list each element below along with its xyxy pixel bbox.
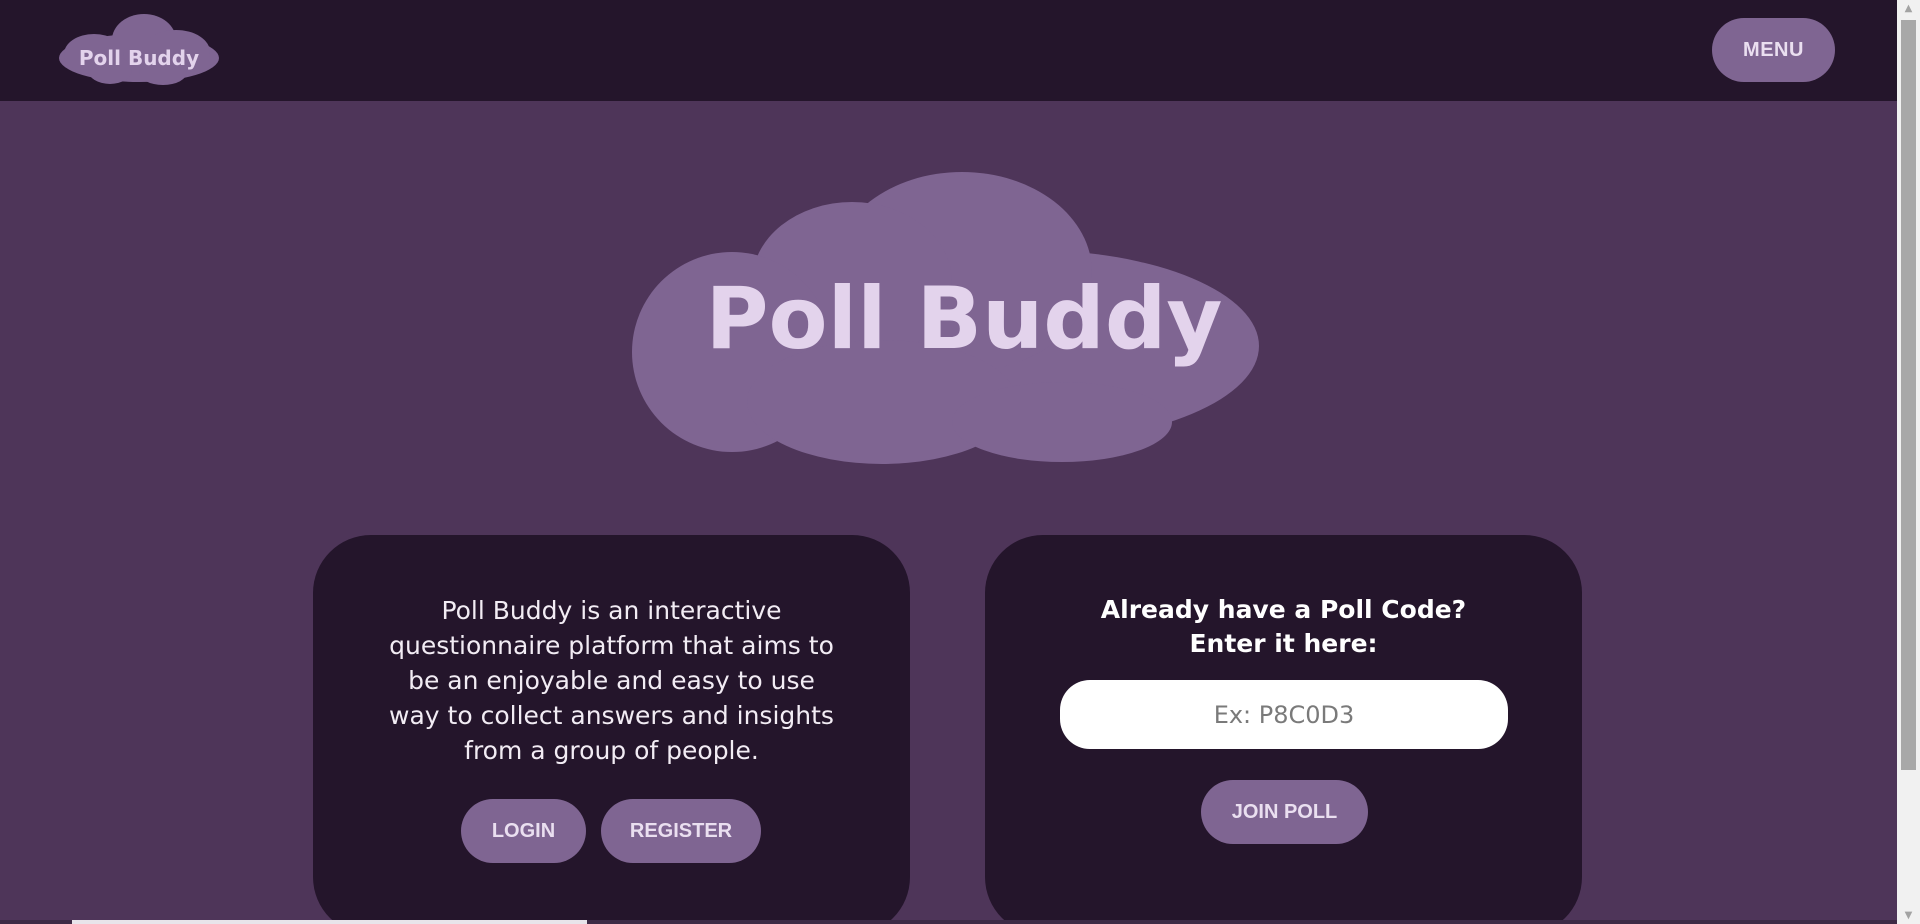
scroll-down-arrow-icon[interactable]: ▼ [1897, 907, 1920, 924]
bottom-edge-highlight [72, 920, 587, 924]
register-button[interactable]: REGISTER [601, 799, 761, 863]
hero-logo-text: Poll Buddy [706, 269, 1223, 369]
hero-logo: Poll Buddy [632, 172, 1260, 464]
poll-code-heading: Already have a Poll Code? Enter it here: [1100, 595, 1467, 658]
poll-code-input[interactable] [1060, 680, 1508, 749]
join-poll-card: Already have a Poll Code? Enter it here:… [985, 535, 1582, 924]
nav-logo-text: Poll Buddy [79, 46, 199, 70]
nav-logo[interactable]: Poll Buddy [58, 12, 220, 88]
vertical-scrollbar[interactable]: ▲ ▼ [1897, 0, 1920, 924]
login-button[interactable]: LOGIN [461, 799, 586, 863]
scroll-up-arrow-icon[interactable]: ▲ [1897, 0, 1920, 17]
hero-cloud-icon: Poll Buddy [632, 172, 1259, 464]
about-card: Poll Buddy is an interactive questionnai… [313, 535, 910, 924]
join-poll-button[interactable]: JOIN POLL [1201, 780, 1368, 844]
cloud-logo-icon: Poll Buddy [59, 14, 219, 85]
scrollbar-thumb[interactable] [1901, 20, 1916, 770]
top-navbar: Poll Buddy MENU [0, 0, 1897, 101]
about-description: Poll Buddy is an interactive questionnai… [389, 596, 834, 765]
menu-button[interactable]: MENU [1712, 18, 1835, 82]
